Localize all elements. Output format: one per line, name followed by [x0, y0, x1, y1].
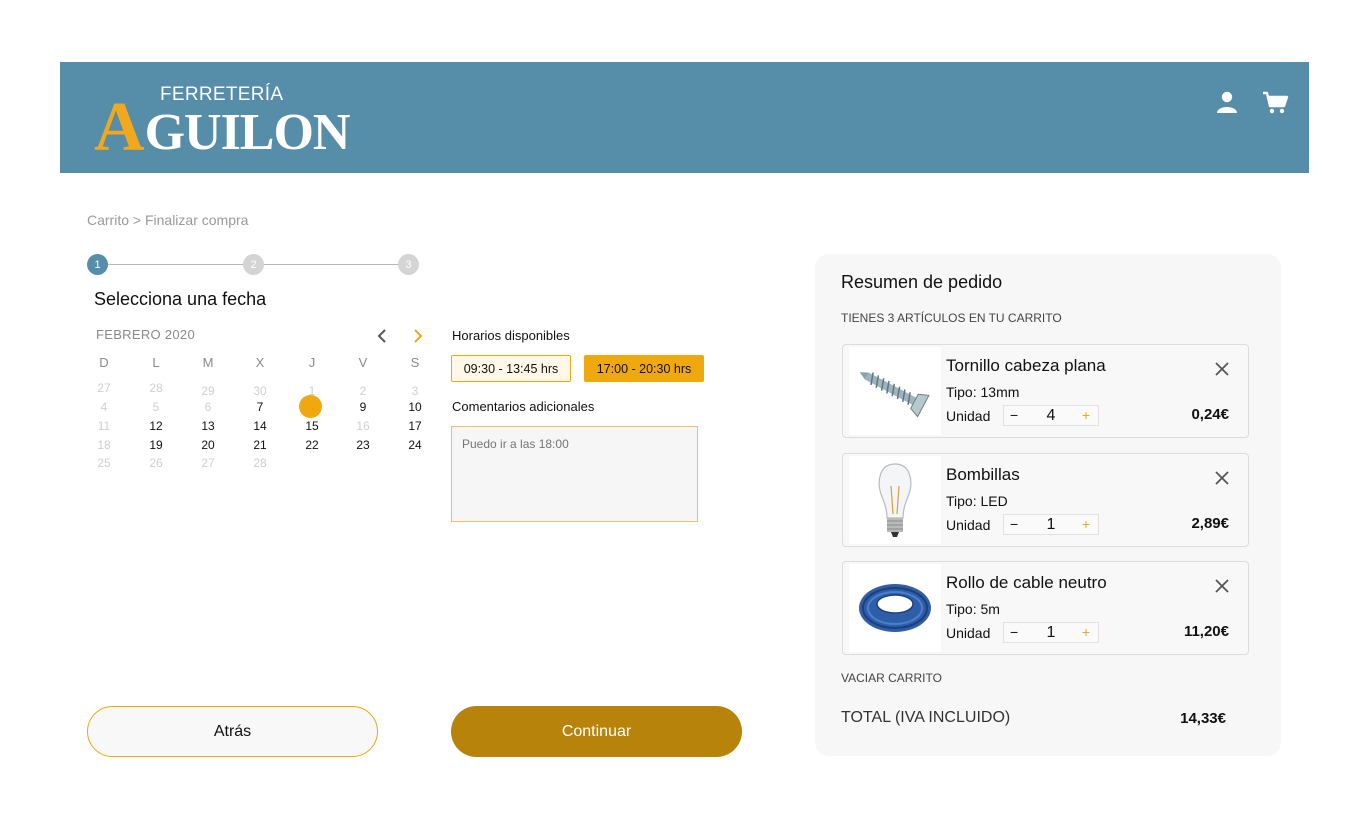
- calendar-day: 18: [97, 438, 111, 452]
- calendar-day: 3: [411, 384, 419, 398]
- calendar-day[interactable]: 23: [351, 438, 375, 452]
- back-button[interactable]: Atrás: [87, 706, 378, 757]
- calendar-day[interactable]: 8: [300, 400, 324, 414]
- increase-button[interactable]: +: [1082, 407, 1090, 423]
- calendar-day[interactable]: 21: [248, 438, 272, 452]
- calendar-day: 28: [253, 456, 267, 470]
- step-1: 1: [87, 254, 108, 275]
- calendar-day[interactable]: 22: [300, 438, 324, 452]
- section-title: Selecciona una fecha: [94, 289, 267, 309]
- calendar-day[interactable]: 15: [300, 419, 324, 433]
- empty-cart-link[interactable]: VACIAR CARRITO: [841, 671, 942, 685]
- total-label: TOTAL (IVA INCLUIDO): [841, 709, 1011, 726]
- site-header: FERRETERÍA A GUILON: [60, 62, 1309, 173]
- weekday-label: V: [358, 355, 368, 370]
- increase-button[interactable]: +: [1082, 624, 1090, 640]
- logo-letter: A: [94, 89, 145, 166]
- close-icon[interactable]: [1214, 578, 1230, 594]
- calendar-day[interactable]: 12: [144, 419, 168, 433]
- calendar-day: 5: [152, 400, 160, 414]
- calendar-day[interactable]: 19: [144, 438, 168, 452]
- calendar-day: 27: [201, 456, 215, 470]
- step-2: 2: [243, 254, 264, 275]
- quantity-stepper: − 1 +: [1003, 514, 1099, 535]
- weekday-label: M: [202, 355, 214, 370]
- cart-count: TIENES 3 ARTÍCULOS EN TU CARRITO: [841, 311, 1062, 325]
- calendar-day: 27: [97, 381, 111, 395]
- item-price: 0,24€: [1191, 406, 1229, 423]
- calendar-day[interactable]: 9: [351, 400, 375, 414]
- item-unit-label: Unidad: [946, 517, 991, 533]
- comments-label: Comentarios adicionales: [452, 399, 595, 414]
- calendar-day: 2: [359, 384, 367, 398]
- calendar-day: 25: [97, 456, 111, 470]
- step-3: 3: [398, 254, 419, 275]
- calendar-day[interactable]: 7: [248, 400, 272, 414]
- weekday-label: S: [410, 355, 420, 370]
- calendar-month: FEBRERO 2020: [96, 327, 195, 342]
- cart-item: Tornillo cabeza plana Tipo: 13mm Unidad …: [842, 344, 1249, 438]
- cart-item: Bombillas Tipo: LED Unidad − 1 + 2,89€: [842, 453, 1249, 547]
- item-name: Tornillo cabeza plana: [946, 356, 1106, 375]
- quantity-stepper: − 1 +: [1003, 622, 1099, 643]
- item-unit-label: Unidad: [946, 625, 991, 641]
- slots-label: Horarios disponibles: [452, 328, 570, 343]
- calendar-day[interactable]: 20: [196, 438, 220, 452]
- continue-button[interactable]: Continuar: [451, 706, 742, 757]
- weekday-label: L: [152, 355, 160, 370]
- comments-input[interactable]: [451, 426, 698, 522]
- weekday-label: D: [99, 355, 109, 370]
- time-slot-morning[interactable]: 09:30 - 13:45 hrs: [451, 355, 571, 382]
- weekday-label: J: [308, 355, 316, 370]
- chevron-left-icon[interactable]: [374, 327, 392, 345]
- summary-title: Resumen de pedido: [841, 272, 1003, 292]
- calendar-day[interactable]: 10: [403, 400, 427, 414]
- calendar-day[interactable]: 13: [196, 419, 220, 433]
- total-value: 14,33€: [1180, 710, 1226, 727]
- item-name: Rollo de cable neutro: [946, 573, 1107, 592]
- item-type: Tipo: 5m: [946, 601, 1000, 617]
- item-name: Bombillas: [946, 465, 1020, 484]
- calendar-day[interactable]: 17: [403, 419, 427, 433]
- calendar-day: 11: [97, 419, 111, 433]
- logo[interactable]: A GUILON: [94, 89, 351, 166]
- calendar-day: 1: [308, 384, 316, 398]
- step-connector: [253, 264, 409, 265]
- step-connector: [98, 264, 253, 265]
- calendar-day: 28: [149, 381, 163, 395]
- time-slot-afternoon[interactable]: 17:00 - 20:30 hrs: [584, 355, 704, 382]
- breadcrumb[interactable]: Carrito > Finalizar compra: [87, 212, 248, 228]
- item-unit-label: Unidad: [946, 408, 991, 424]
- item-type: Tipo: 13mm: [946, 384, 1020, 400]
- user-icon[interactable]: [1214, 89, 1242, 115]
- close-icon[interactable]: [1214, 470, 1230, 486]
- calendar-day: 30: [253, 384, 267, 398]
- order-summary: Resumen de pedido TIENES 3 ARTÍCULOS EN …: [815, 254, 1281, 756]
- logo-word: GUILON: [144, 104, 351, 161]
- calendar-day[interactable]: 24: [403, 438, 427, 452]
- weekday-label: X: [255, 355, 265, 370]
- calendar-day: 4: [100, 400, 108, 414]
- item-type: Tipo: LED: [946, 493, 1008, 509]
- item-price: 11,20€: [1183, 623, 1229, 640]
- chevron-right-icon[interactable]: [408, 327, 426, 345]
- screw-image: [849, 347, 941, 435]
- calendar-day: 26: [149, 456, 163, 470]
- quantity-stepper: − 4 +: [1003, 405, 1099, 426]
- close-icon[interactable]: [1214, 361, 1230, 377]
- cart-icon[interactable]: [1261, 89, 1289, 115]
- bulb-image: [849, 456, 941, 544]
- calendar-day: 29: [201, 384, 215, 398]
- increase-button[interactable]: +: [1082, 516, 1090, 532]
- calendar-day[interactable]: 14: [248, 419, 272, 433]
- cable-roll-image: [849, 564, 941, 652]
- calendar-day: 6: [204, 400, 212, 414]
- cart-item: Rollo de cable neutro Tipo: 5m Unidad − …: [842, 561, 1249, 655]
- item-price: 2,89€: [1191, 515, 1229, 532]
- calendar-day: 16: [356, 419, 370, 433]
